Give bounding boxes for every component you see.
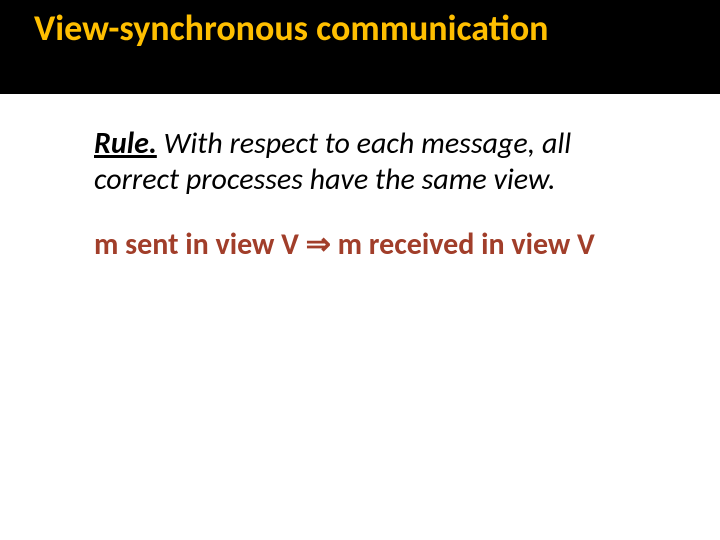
slide-title: View-synchronous communication (0, 10, 720, 48)
rule-paragraph: Rule. With respect to each message, all … (94, 126, 650, 198)
implication-rhs: m received in view V (331, 226, 595, 263)
rule-text: With respect to each message, all correc… (94, 125, 571, 198)
slide: View-synchronous communication Rule. Wit… (0, 0, 720, 540)
slide-body: Rule. With respect to each message, all … (0, 94, 720, 264)
implication-statement: m sent in view V ⇒ m received in view V (94, 226, 650, 264)
implies-symbol: ⇒ (306, 228, 331, 261)
rule-label: Rule. (94, 125, 157, 162)
implication-lhs: m sent in view V (94, 226, 306, 263)
title-bar: View-synchronous communication (0, 0, 720, 94)
